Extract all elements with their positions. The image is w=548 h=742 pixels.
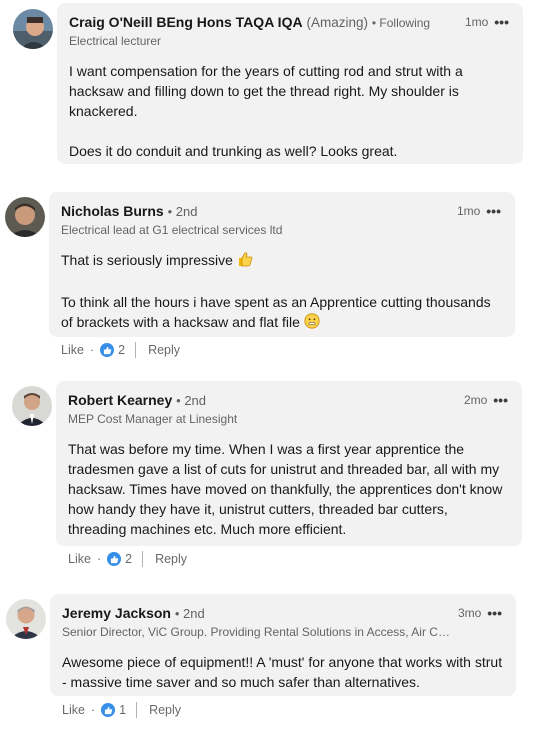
comment-sentence: That is seriously impressive [61, 252, 233, 268]
more-options-icon[interactable]: ••• [494, 15, 509, 29]
connection-degree: • 2nd [167, 204, 198, 219]
comment-text: That is seriously impressive To think al… [61, 250, 503, 334]
headline: MEP Cost Manager at Linesight [68, 412, 238, 426]
comment-paragraph: I want compensation for the years of cut… [69, 63, 463, 119]
grimace-emoji-icon [304, 312, 320, 334]
separator-dot: · [89, 343, 95, 357]
comment-actions: Like · 1 Reply [62, 701, 181, 719]
comment-text: Awesome piece of equipment!! A 'must' fo… [62, 652, 504, 692]
comment-meta: 1mo ••• [457, 204, 501, 218]
timestamp: 3mo [457, 606, 482, 620]
reaction-count[interactable]: 2 [125, 552, 132, 566]
commenter-name[interactable]: Jeremy Jackson [62, 605, 171, 621]
comment-bubble: Nicholas Burns • 2nd Electrical lead at … [49, 192, 515, 337]
reply-button[interactable]: Reply [149, 703, 181, 717]
more-options-icon[interactable]: ••• [493, 393, 508, 407]
comment-sentence: To think all the hours i have spent as a… [61, 293, 491, 330]
avatar[interactable] [12, 386, 52, 426]
like-reaction-icon[interactable] [101, 703, 116, 717]
avatar[interactable] [5, 197, 45, 237]
comment-bubble: Jeremy Jackson • 2nd Senior Director, Vi… [50, 594, 516, 696]
comment-bubble: Robert Kearney • 2nd MEP Cost Manager at… [56, 381, 522, 546]
like-button[interactable]: Like [62, 703, 85, 717]
like-reaction-icon[interactable] [107, 552, 122, 566]
comment-meta: 3mo ••• [458, 606, 502, 620]
comment-paragraph: Awesome piece of equipment!! A 'must' fo… [62, 654, 503, 690]
headline: Electrical lecturer [69, 34, 162, 48]
more-options-icon[interactable]: ••• [487, 606, 502, 620]
timestamp: 1mo [456, 204, 481, 218]
comment-paragraph: To think all the hours i have spent as a… [61, 292, 503, 334]
more-options-icon[interactable]: ••• [486, 204, 501, 218]
divider [142, 551, 144, 567]
commenter-name[interactable]: Nicholas Burns [61, 203, 164, 219]
reaction-count[interactable]: 2 [118, 343, 125, 357]
commenter-name[interactable]: Craig O'Neill BEng Hons TAQA IQA [69, 14, 303, 30]
reaction-count[interactable]: 1 [119, 703, 126, 717]
comment-actions: Like · 2 Reply [61, 341, 180, 359]
thumbs-up-emoji-icon [237, 251, 253, 272]
divider [135, 342, 137, 358]
connection-degree: • 2nd [176, 393, 207, 408]
comment-paragraph: Does it do conduit and trunking as well?… [69, 143, 398, 159]
comment-text: I want compensation for the years of cut… [69, 61, 511, 161]
headline: Electrical lead at G1 electrical service… [61, 223, 283, 237]
divider [136, 702, 138, 718]
comment-paragraph: That was before my time. When I was a fi… [68, 441, 503, 537]
connection-degree: • Following [371, 16, 431, 30]
comment-meta: 1mo ••• [465, 15, 509, 29]
like-button[interactable]: Like [68, 552, 91, 566]
comment-bubble: Craig O'Neill BEng Hons TAQA IQA (Amazin… [57, 3, 523, 164]
reply-button[interactable]: Reply [148, 343, 180, 357]
comment-paragraph: That is seriously impressive [61, 250, 503, 272]
avatar[interactable] [13, 9, 53, 49]
timestamp: 1mo [464, 15, 489, 29]
like-button[interactable]: Like [61, 343, 84, 357]
connection-degree: • 2nd [174, 606, 205, 621]
comment-actions: Like · 2 Reply [68, 550, 187, 568]
timestamp: 2mo [463, 393, 488, 407]
reply-button[interactable]: Reply [155, 552, 187, 566]
avatar[interactable] [6, 599, 46, 639]
commenter-name[interactable]: Robert Kearney [68, 392, 172, 408]
like-reaction-icon[interactable] [100, 343, 115, 357]
comment-meta: 2mo ••• [464, 393, 508, 407]
headline: Senior Director, ViC Group. Providing Re… [62, 625, 452, 639]
pronoun: (Amazing) [306, 15, 368, 30]
separator-dot: · [90, 703, 96, 717]
separator-dot: · [96, 552, 102, 566]
comment-text: That was before my time. When I was a fi… [68, 439, 510, 539]
